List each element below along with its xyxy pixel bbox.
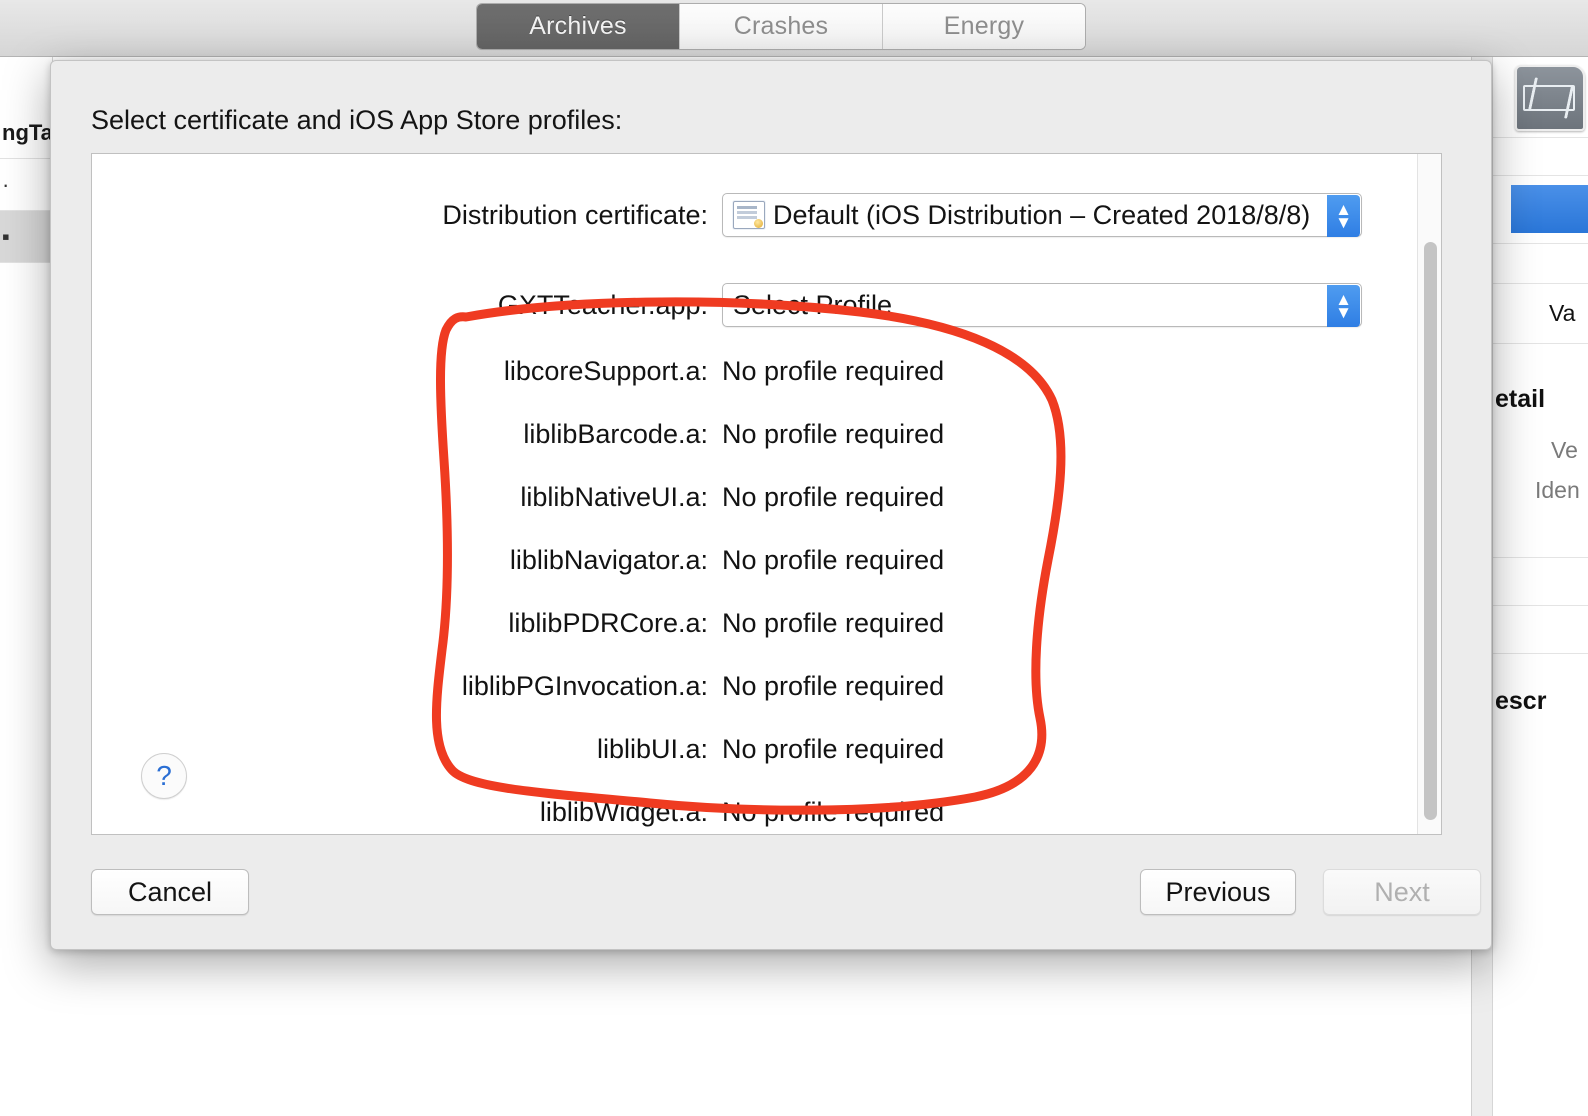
library-row: libcoreSupport.a: No profile required — [92, 348, 1382, 394]
tab-archives[interactable]: Archives — [477, 4, 680, 49]
next-button: Next — [1323, 869, 1481, 915]
sheet-title: Select certificate and iOS App Store pro… — [91, 105, 623, 135]
tab-crashes-label: Crashes — [733, 12, 829, 40]
library-row: liblibUI.a: No profile required — [92, 726, 1382, 772]
library-name: liblibUI.a: — [596, 733, 708, 764]
divider — [1493, 137, 1588, 138]
library-row: liblibNavigator.a: No profile required — [92, 537, 1382, 583]
detail-panel-inner: Va etail Ve Iden escr — [1492, 57, 1588, 1116]
divider — [1493, 557, 1588, 558]
distribution-profile-sheet: Select certificate and iOS App Store pro… — [50, 60, 1492, 950]
library-name: liblibWidget.a: — [539, 796, 708, 827]
cancel-button[interactable]: Cancel — [91, 869, 249, 915]
window-toolbar: Archives Crashes Energy — [0, 0, 1588, 57]
distribution-certificate-row: Distribution certificate: Default (iOS D… — [92, 192, 1382, 238]
profile-list-panel: Distribution certificate: Default (iOS D… — [91, 153, 1442, 835]
library-status: No profile required — [722, 481, 945, 512]
divider — [1493, 175, 1588, 176]
distribution-certificate-popup[interactable]: Default (iOS Distribution – Created 2018… — [722, 193, 1362, 237]
divider — [1493, 653, 1588, 654]
library-status: No profile required — [722, 670, 945, 701]
cancel-button-label: Cancel — [127, 876, 213, 907]
library-row: liblibPDRCore.a: No profile required — [92, 600, 1382, 646]
library-name: liblibBarcode.a: — [523, 418, 708, 449]
divider — [1493, 243, 1588, 244]
library-name: liblibNavigator.a: — [509, 544, 708, 575]
certificate-icon — [733, 201, 765, 229]
sidebar-row-item-2-label: ▪ — [2, 223, 10, 249]
distribution-certificate-value: Default (iOS Distribution – Created 2018… — [773, 199, 1311, 230]
chevron-updown-icon[interactable]: ▲ ▼ — [1327, 285, 1360, 327]
next-button-label: Next — [1374, 876, 1430, 907]
app-profile-label: GXTTeacher.app: — [497, 289, 708, 320]
library-row: liblibWidget.a: No profile required — [92, 789, 1382, 834]
library-status: No profile required — [722, 418, 945, 449]
divider — [1493, 283, 1588, 284]
library-name: liblibNativeUI.a: — [520, 481, 708, 512]
library-status: No profile required — [722, 733, 945, 764]
divider — [1493, 605, 1588, 606]
view-mode-segmented-control[interactable]: Archives Crashes Energy — [477, 4, 1085, 49]
details-heading-partial: etail — [1495, 385, 1546, 413]
validate-button-partial-label: Va — [1549, 300, 1576, 326]
tab-energy-label: Energy — [943, 12, 1025, 40]
sidebar-row-item-2-selected[interactable]: ▪ — [0, 211, 52, 263]
identifier-label-partial: Iden — [1535, 477, 1580, 503]
library-status: No profile required — [722, 355, 945, 386]
app-profile-popup[interactable]: Select Profile ▲ ▼ — [722, 283, 1362, 327]
library-name: liblibPDRCore.a: — [508, 607, 708, 638]
library-row: liblibBarcode.a: No profile required — [92, 411, 1382, 457]
archives-sidebar-partial[interactable]: ngTa · ▪ — [0, 57, 53, 617]
library-status: No profile required — [722, 607, 945, 638]
help-button[interactable]: ? — [141, 753, 187, 799]
scrollbar-thumb[interactable] — [1424, 242, 1437, 820]
app-profile-value: Select Profile — [733, 289, 893, 320]
chevron-updown-icon[interactable]: ▲ ▼ — [1327, 195, 1360, 237]
upload-button-partial[interactable] — [1511, 185, 1588, 233]
library-row: liblibPGInvocation.a: No profile require… — [92, 663, 1382, 709]
previous-button-label: Previous — [1165, 876, 1271, 907]
distribution-certificate-label: Distribution certificate: — [442, 199, 708, 230]
library-name: libcoreSupport.a: — [503, 355, 708, 386]
question-mark-icon: ? — [156, 760, 172, 791]
sidebar-row-item-1-label: · — [2, 171, 10, 197]
app-profile-row: GXTTeacher.app: Select Profile ▲ ▼ — [92, 282, 1382, 328]
sidebar-row-group-title[interactable]: ngTa — [0, 107, 52, 159]
library-name: liblibPGInvocation.a: — [461, 670, 708, 701]
description-heading-partial: escr — [1495, 687, 1547, 715]
tab-archives-label: Archives — [529, 12, 627, 40]
xcode-archive-icon — [1515, 65, 1585, 131]
divider — [1493, 343, 1588, 344]
previous-button[interactable]: Previous — [1140, 869, 1296, 915]
tab-energy[interactable]: Energy — [883, 4, 1085, 49]
tab-crashes[interactable]: Crashes — [680, 4, 883, 49]
version-label-partial: Ve — [1551, 437, 1578, 463]
profile-list-scrollbar[interactable] — [1417, 154, 1441, 834]
sidebar-row-item-1[interactable]: · — [0, 159, 52, 211]
library-status: No profile required — [722, 796, 945, 827]
library-row: liblibNativeUI.a: No profile required — [92, 474, 1382, 520]
sidebar-row-group-title-label: ngTa — [2, 119, 52, 145]
library-status: No profile required — [722, 544, 945, 575]
